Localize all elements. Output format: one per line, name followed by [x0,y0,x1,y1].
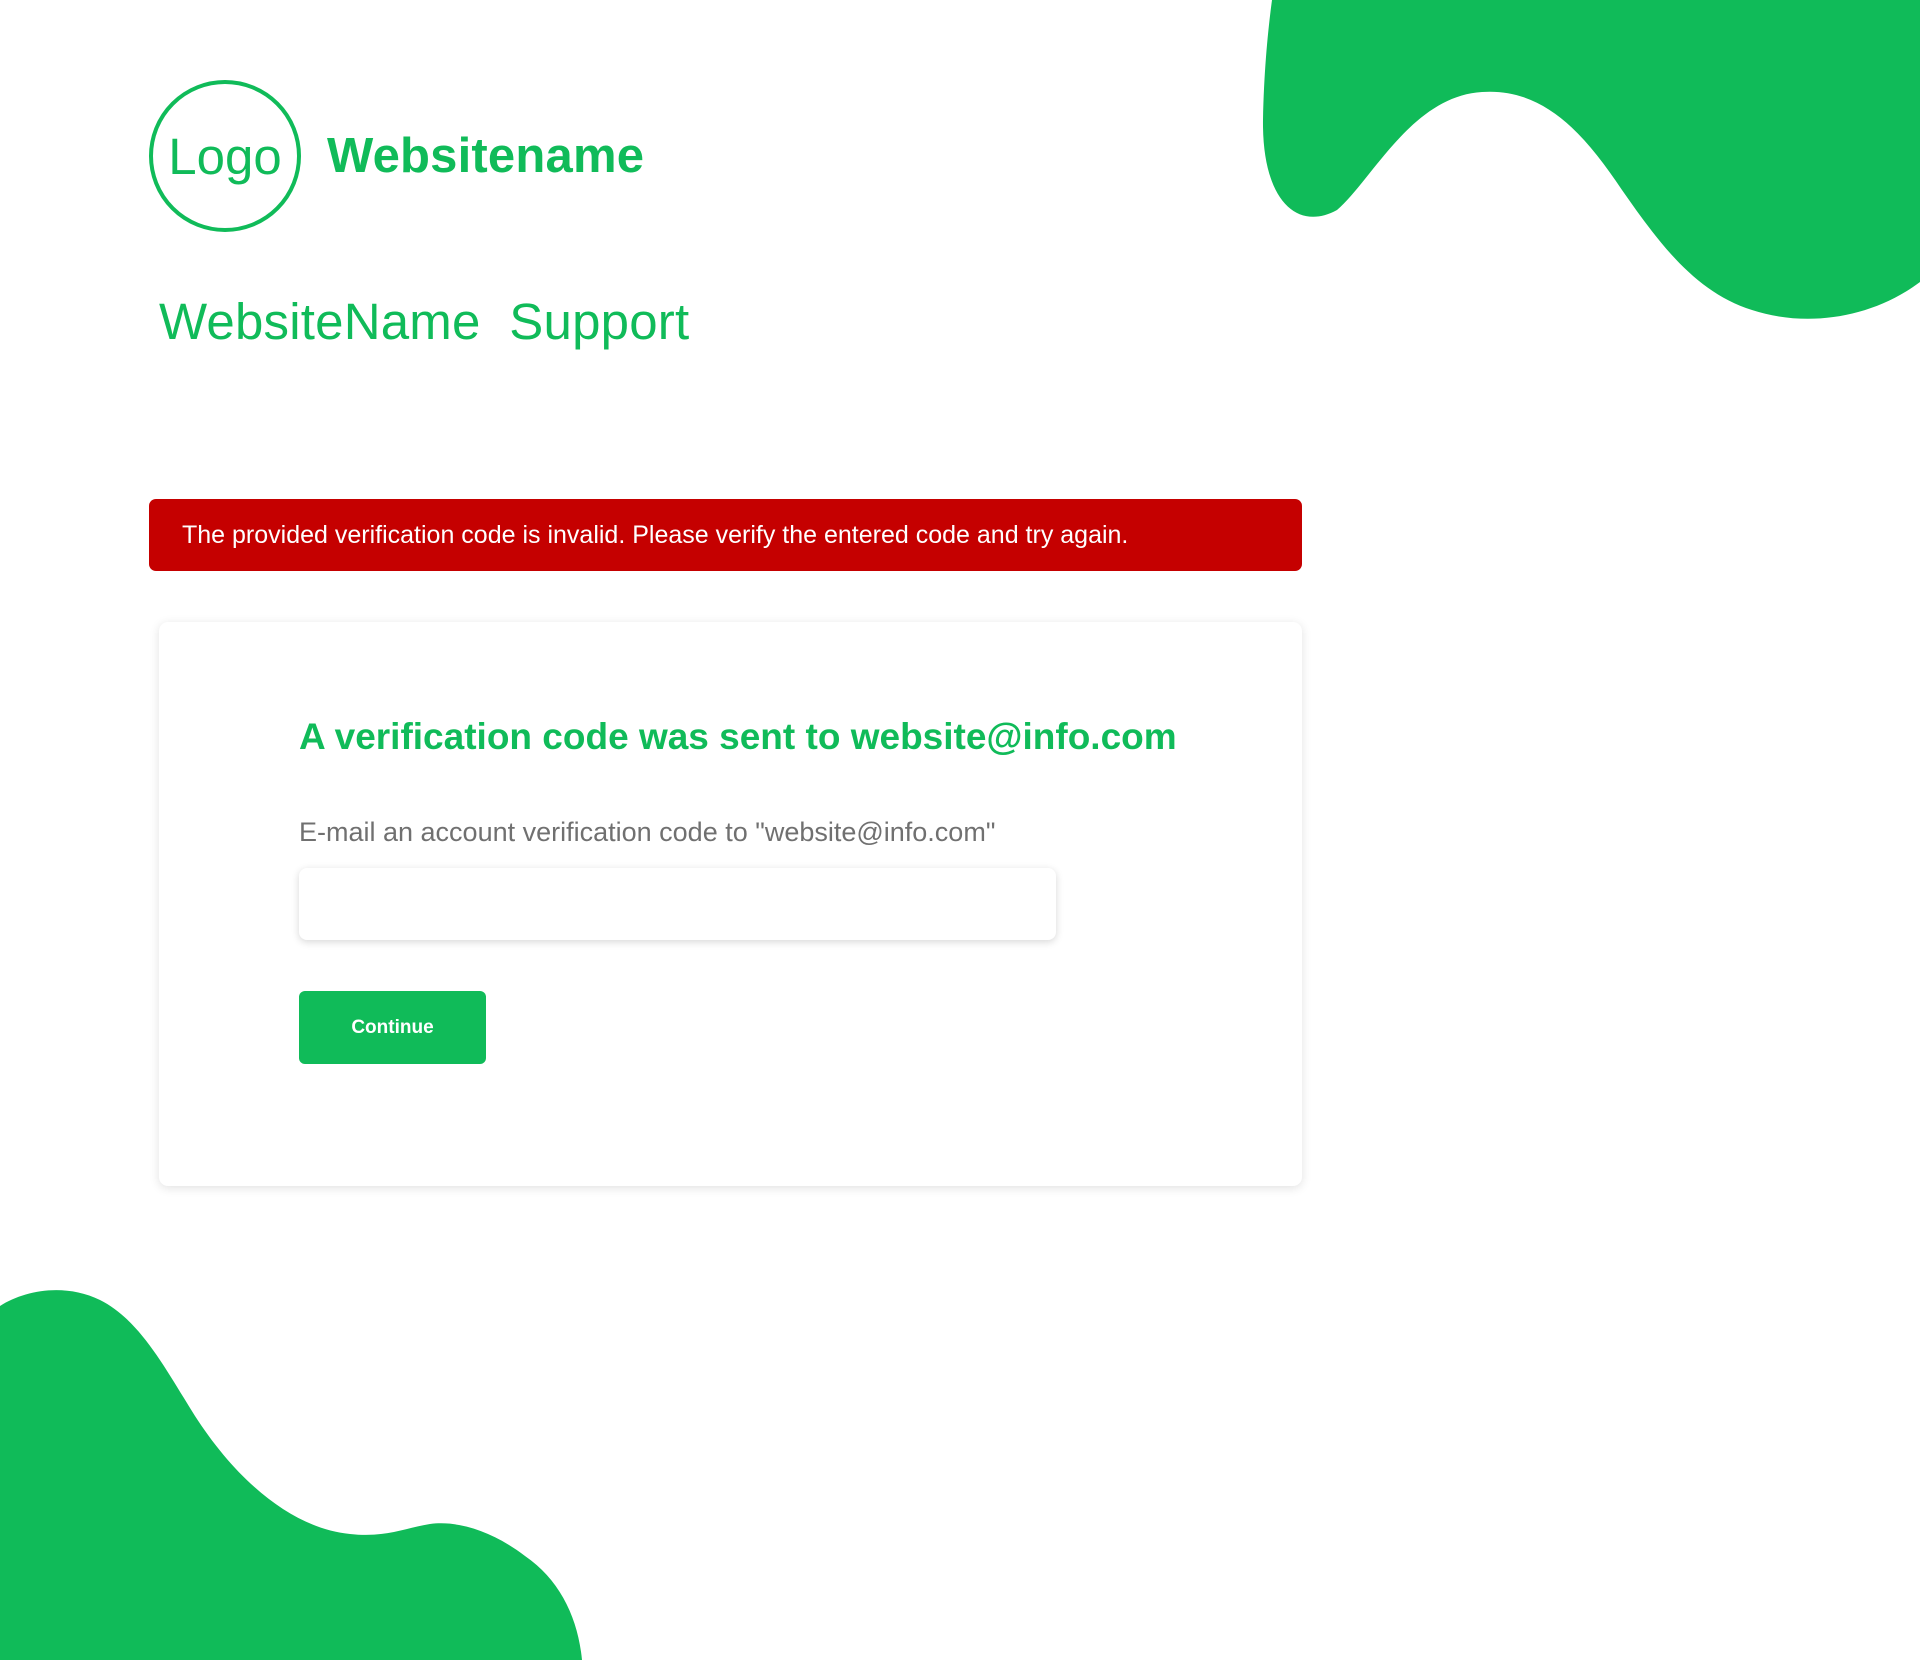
verification-code-label: E-mail an account verification code to "… [299,817,996,847]
verification-heading: A verification code was sent to website@… [299,716,1177,757]
logo-text: Logo [168,127,282,185]
error-message: The provided verification code is invali… [182,520,1129,549]
page-title: WebsiteName Support [159,293,690,350]
site-name: Websitename [327,129,645,183]
error-banner: The provided verification code is invali… [149,499,1302,571]
logo: Logo [149,80,301,232]
decorative-blob-bottom-left [0,1290,582,1660]
continue-button[interactable]: Continue [299,991,486,1064]
brand: Logo Websitename [149,80,644,232]
verification-card: A verification code was sent to website@… [159,622,1302,1186]
decorative-blob-top-right [1262,0,1920,319]
verification-code-input[interactable] [299,868,1056,940]
